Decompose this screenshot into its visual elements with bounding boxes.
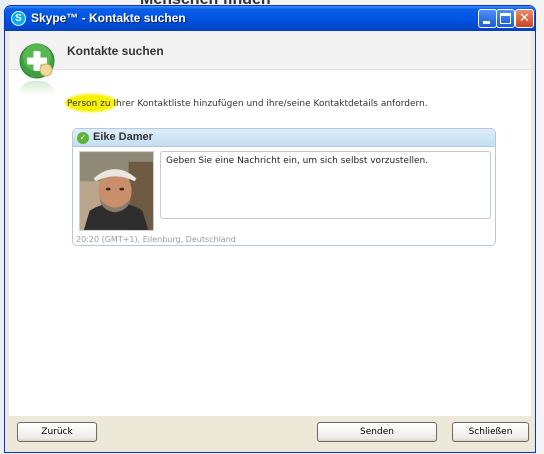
maximize-button[interactable] bbox=[496, 9, 515, 28]
close-icon: ✕ bbox=[519, 11, 530, 26]
maximize-icon bbox=[500, 13, 511, 24]
page-title: Kontakte suchen bbox=[67, 44, 164, 58]
screen: Menschen finden S Skype™ - Kontakte such… bbox=[0, 0, 544, 454]
message-input[interactable]: Geben Sie eine Nachricht ein, um sich se… bbox=[160, 151, 491, 219]
add-contact-icon bbox=[19, 43, 55, 79]
back-button[interactable]: Zurück bbox=[17, 422, 97, 442]
title-bar[interactable]: S Skype™ - Kontakte suchen ✕ bbox=[5, 6, 535, 31]
close-button[interactable]: Schließen bbox=[452, 422, 529, 442]
minimize-button[interactable] bbox=[478, 9, 497, 28]
window-title: Skype™ - Kontakte suchen bbox=[31, 11, 186, 25]
add-contact-icon-reflection bbox=[19, 81, 55, 95]
send-button[interactable]: Senden bbox=[317, 422, 437, 442]
dialog-window: S Skype™ - Kontakte suchen ✕ Kontakte su… bbox=[4, 5, 536, 453]
contact-name: Eike Damer bbox=[93, 131, 153, 143]
avatar bbox=[79, 151, 154, 231]
close-window-button[interactable]: ✕ bbox=[515, 9, 534, 28]
intro-text: Person zu Ihrer Kontaktliste hinzufügen … bbox=[67, 99, 428, 109]
contact-card-header: ✓ Eike Damer bbox=[73, 129, 495, 147]
online-check-icon: ✓ bbox=[77, 132, 89, 144]
header-band: Kontakte suchen bbox=[9, 31, 531, 70]
minimize-icon bbox=[483, 21, 490, 24]
contact-meta: 20:20 (GMT+1), Eilenburg, Deutschland bbox=[76, 235, 236, 244]
contact-card: ✓ Eike Damer Geben Sie eine Nachricht ei… bbox=[72, 128, 496, 246]
skype-app-icon: S bbox=[11, 11, 26, 26]
dialog-content: Kontakte suchen Person zu Ihrer Kontaktl… bbox=[9, 31, 531, 416]
